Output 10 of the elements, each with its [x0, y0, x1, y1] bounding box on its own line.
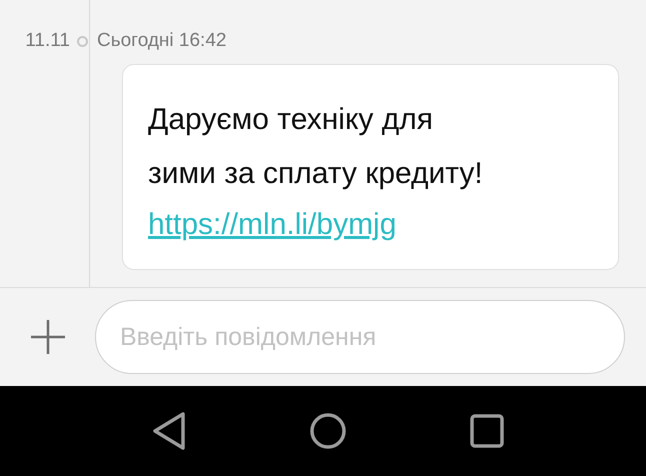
home-icon[interactable] [309, 412, 347, 450]
add-icon[interactable] [30, 319, 66, 355]
recent-apps-icon[interactable] [470, 414, 504, 448]
message-text: Даруємо техніку для зими за сплату кредиту! [148, 102, 483, 192]
timeline-dot-icon [77, 36, 88, 46]
message-timestamp: Сьогодні 16:42 [97, 30, 226, 52]
back-icon[interactable] [152, 412, 186, 450]
date-label: 11.11 [24, 30, 70, 52]
message-input-field[interactable]: Введіть повідомлення [95, 300, 625, 374]
message-link[interactable]: https://mln.li/bymjg [148, 201, 396, 249]
